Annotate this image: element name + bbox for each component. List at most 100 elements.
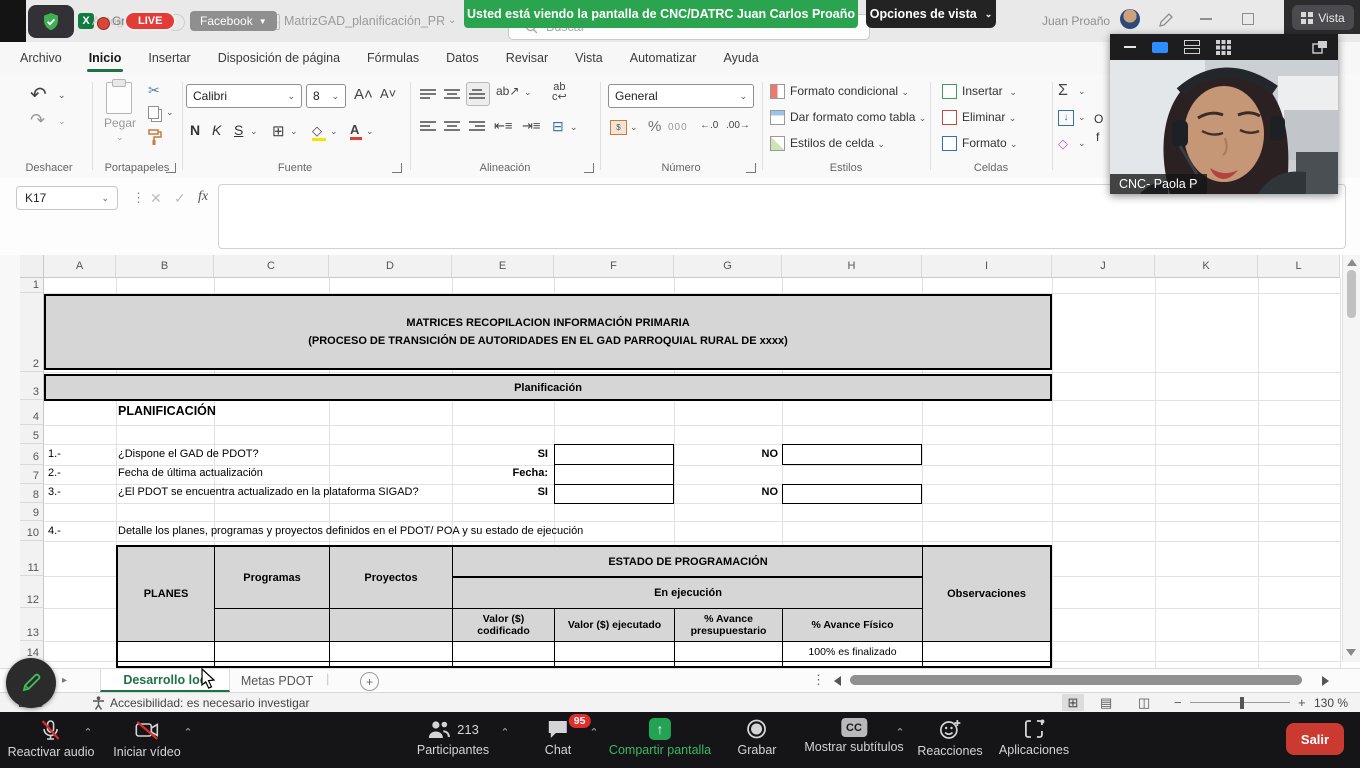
- format-as-table-button[interactable]: Dar formato como tabla ⌄: [790, 110, 926, 124]
- accessibility-status[interactable]: Accesibilidad: es necesario investigar: [110, 696, 309, 710]
- tabbar-dots-icon[interactable]: ⋮: [812, 672, 825, 688]
- alignment-dialog-launcher-icon[interactable]: [584, 163, 594, 173]
- align-top-icon[interactable]: [420, 88, 436, 100]
- captions-caret-icon[interactable]: ⌃: [895, 726, 904, 739]
- align-bottom-icon[interactable]: [469, 88, 485, 100]
- minimize-icon[interactable]: [1200, 18, 1212, 20]
- orientation-icon[interactable]: ab↗: [496, 84, 519, 98]
- row-header-7[interactable]: 7: [20, 465, 44, 484]
- row-header-13[interactable]: 13: [20, 608, 44, 641]
- hscroll-left-icon[interactable]: [834, 676, 841, 686]
- clear-icon[interactable]: ◇: [1058, 136, 1068, 152]
- record-button[interactable]: Grabar: [738, 718, 777, 757]
- delete-cells-button[interactable]: Eliminar ⌄: [962, 110, 1016, 124]
- normal-view-icon[interactable]: ⊞: [1062, 694, 1084, 711]
- panel-minimize-icon[interactable]: [1124, 46, 1136, 48]
- clipboard-dialog-launcher-icon[interactable]: [166, 163, 176, 173]
- clear-chevron-icon[interactable]: ⌄: [1078, 138, 1086, 149]
- percent-style-icon[interactable]: %: [648, 118, 661, 135]
- leave-meeting-button[interactable]: Salir: [1286, 723, 1344, 755]
- increase-indent-icon[interactable]: ⇥≡: [522, 118, 540, 134]
- font-color-chevron-icon[interactable]: ⌄: [366, 126, 374, 137]
- zoom-out-icon[interactable]: −: [1174, 695, 1182, 710]
- horizontal-scroll-thumb[interactable]: [850, 675, 1302, 685]
- tab-ayuda[interactable]: Ayuda: [723, 51, 758, 65]
- row-header-8[interactable]: 8: [20, 484, 44, 503]
- participants-button[interactable]: 213 Participantes: [417, 718, 489, 757]
- underline-chevron-icon[interactable]: ⌄: [250, 126, 258, 137]
- align-left-icon[interactable]: [420, 120, 436, 132]
- underline-button[interactable]: S: [234, 122, 243, 138]
- cell-styles-button[interactable]: Estilos de celda ⌄: [790, 136, 885, 150]
- participants-caret-icon[interactable]: ⌃: [500, 726, 509, 739]
- font-name-select[interactable]: Calibri⌄: [186, 84, 302, 108]
- accessibility-icon[interactable]: [92, 696, 105, 710]
- strip-view-icon[interactable]: [1184, 40, 1200, 54]
- italic-button[interactable]: K: [212, 122, 221, 138]
- sheet-nav-right-icon[interactable]: ▸: [62, 675, 67, 686]
- increase-decimal-icon[interactable]: ←.0: [700, 120, 718, 131]
- row-header-5[interactable]: 5: [20, 425, 44, 444]
- answer-box-q1-no[interactable]: [782, 444, 922, 465]
- unmute-button[interactable]: Reactivar audio: [8, 718, 95, 759]
- video-options-caret-icon[interactable]: ⌃: [183, 726, 192, 739]
- active-speaker-view-icon[interactable]: [1152, 42, 1168, 53]
- page-layout-view-icon[interactable]: ▤: [1100, 695, 1112, 711]
- add-sheet-button[interactable]: +: [360, 672, 379, 691]
- tab-automatizar[interactable]: Automatizar: [630, 51, 697, 65]
- file-chevron-icon[interactable]: ⌄: [448, 15, 456, 26]
- borders-chevron-icon[interactable]: ⌄: [290, 126, 298, 137]
- autosum-chevron-icon[interactable]: ⌄: [1078, 86, 1086, 97]
- tab-disposicion[interactable]: Disposición de página: [218, 51, 340, 65]
- planificacion-banner-cell[interactable]: Planificación: [44, 374, 1052, 401]
- align-middle-icon[interactable]: [444, 88, 460, 100]
- decrease-decimal-icon[interactable]: .00→: [726, 120, 750, 131]
- annotation-pencil-button[interactable]: [6, 658, 56, 708]
- merge-chevron-icon[interactable]: ⌄: [570, 122, 578, 133]
- row-header-9[interactable]: 9: [20, 503, 44, 521]
- facebook-stream-pill[interactable]: Facebook▼: [190, 11, 277, 31]
- column-header-b[interactable]: B: [116, 255, 214, 278]
- chat-caret-icon[interactable]: ⌃: [589, 726, 598, 739]
- captions-button[interactable]: CC Mostrar subtítulos: [804, 718, 903, 754]
- format-painter-icon[interactable]: [146, 128, 164, 146]
- tab-vista[interactable]: Vista: [575, 51, 603, 65]
- name-box[interactable]: K17⌄: [16, 186, 118, 210]
- borders-icon[interactable]: ⊞: [272, 122, 285, 140]
- insert-cells-button[interactable]: Insertar ⌄: [962, 84, 1017, 98]
- align-center-icon[interactable]: [444, 120, 460, 132]
- row-header-2[interactable]: 2: [20, 293, 44, 372]
- matrix-title-cell[interactable]: MATRICES RECOPILACION INFORMACIÓN PRIMAR…: [44, 294, 1052, 370]
- row-header-4[interactable]: 4: [20, 400, 44, 425]
- tab-revisar[interactable]: Revisar: [506, 51, 548, 65]
- formula-bar-dots-icon[interactable]: ⋮: [132, 190, 145, 206]
- vertical-scroll-thumb[interactable]: [1347, 270, 1356, 318]
- grow-font-icon[interactable]: A˄: [354, 86, 373, 103]
- answer-box-column-f[interactable]: [554, 444, 674, 504]
- enter-icon[interactable]: ✓: [174, 190, 186, 207]
- accounting-format-icon[interactable]: $: [610, 120, 627, 135]
- font-size-select[interactable]: 8⌄: [306, 84, 346, 108]
- number-format-select[interactable]: General⌄: [608, 84, 754, 108]
- copy-chevron-icon[interactable]: ⌄: [166, 107, 174, 118]
- chat-button[interactable]: Chat 95: [545, 718, 571, 757]
- start-video-button[interactable]: Iniciar vídeo: [113, 718, 180, 759]
- orientation-chevron-icon[interactable]: ⌄: [524, 87, 532, 98]
- zoom-level[interactable]: 130 %: [1314, 696, 1348, 710]
- gallery-view-icon[interactable]: [1216, 40, 1231, 55]
- tab-formulas[interactable]: Fórmulas: [367, 51, 419, 65]
- row-header-3[interactable]: 3: [20, 372, 44, 400]
- row-header-1[interactable]: 1: [20, 278, 44, 293]
- mic-options-caret-icon[interactable]: ⌃: [83, 726, 92, 739]
- paste-chevron-icon[interactable]: ⌄: [116, 132, 124, 143]
- accounting-chevron-icon[interactable]: ⌄: [630, 122, 638, 133]
- restore-icon[interactable]: [1242, 13, 1254, 25]
- tab-insertar[interactable]: Insertar: [148, 51, 190, 65]
- column-header-l[interactable]: L: [1258, 255, 1340, 278]
- decrease-indent-icon[interactable]: ⇤≡: [494, 118, 512, 134]
- shrink-font-icon[interactable]: A˅: [380, 86, 396, 101]
- autosum-icon[interactable]: Σ: [1058, 82, 1068, 100]
- cancel-icon[interactable]: ✕: [150, 190, 162, 207]
- select-all-corner[interactable]: [20, 255, 44, 278]
- column-header-c[interactable]: C: [214, 255, 329, 278]
